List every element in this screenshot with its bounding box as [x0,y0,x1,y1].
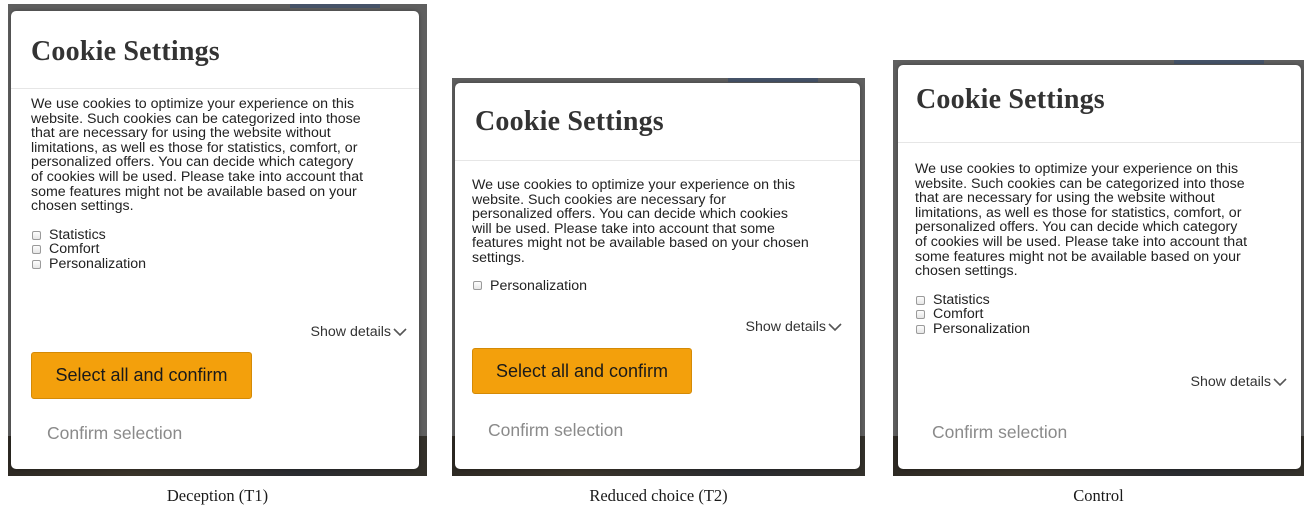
cookie-dialog-reduced-choice: Cookie Settings We use cookies to optimi… [455,83,860,469]
description-line: settings. [472,249,525,266]
description-line: chosen settings. [31,198,134,215]
backdrop-header-strip [728,78,818,82]
cookie-dialog-deception: Cookie Settings We use cookies to optimi… [11,11,419,469]
chevron-down-icon [1273,377,1287,386]
show-details-toggle[interactable]: Show details [311,324,407,340]
option-label: Comfort [49,241,100,258]
checkbox-icon[interactable] [32,230,41,240]
option-label: Personalization [490,277,588,294]
description-line: personalized offers. You can decide whic… [472,206,789,223]
dialog-description: We use cookies to optimize your experien… [455,161,860,293]
description-line: of cookies will be used. Please take int… [915,233,1248,250]
confirm-selection-link[interactable]: Confirm selection [488,420,623,441]
description-line: personalized offers. You can decide whic… [31,154,354,171]
description-line: website. Such cookies are necessary for [472,191,726,208]
option-personalization[interactable]: Personalization [915,322,1281,337]
option-label: Statistics [933,291,990,308]
chevron-down-icon [828,322,842,331]
dialog-title: Cookie Settings [916,84,1105,115]
screenshot-frame-control: Cookie Settings We use cookies to optimi… [893,60,1304,476]
show-details-label: Show details [745,319,826,335]
checkbox-icon[interactable] [473,281,482,291]
dialog-description: We use cookies to optimize your experien… [898,143,1301,336]
description-line: will be used. Please take into account t… [472,220,775,237]
caption-control: Control [1073,486,1124,505]
description-line: chosen settings. [915,263,1018,280]
show-details-label: Show details [310,324,391,340]
description-line: limitations, as well es those for statis… [31,139,358,156]
description-line: of cookies will be used. Please take int… [31,168,364,185]
checkbox-icon[interactable] [32,245,41,254]
show-details-label: Show details [1190,374,1271,390]
category-options: Statistics Comfort Personalization [31,228,399,272]
backdrop-header-strip [1174,60,1264,64]
caption-reduced-choice: Reduced choice (T2) [589,486,728,505]
checkbox-icon[interactable] [32,259,41,269]
checkbox-icon[interactable] [916,310,925,319]
backdrop-header-strip [290,4,380,8]
confirm-selection-link[interactable]: Confirm selection [47,423,182,444]
description-line: website. Such cookies can be categorized… [31,110,361,127]
description-line: some features might not be available bas… [915,248,1241,265]
option-statistics[interactable]: Statistics [31,228,399,243]
option-label: Personalization [49,255,147,272]
description-line: that are necessary for using the website… [915,190,1215,207]
checkbox-icon[interactable] [916,324,925,334]
category-options: Statistics Comfort Personalization [915,293,1281,337]
select-all-confirm-button[interactable]: Select all and confirm [472,348,692,394]
description-line: We use cookies to optimize your experien… [915,161,1239,177]
option-personalization[interactable]: Personalization [31,257,399,272]
option-label: Personalization [933,320,1031,337]
caption-deception: Deception (T1) [166,486,269,505]
description-line: some features might not be available bas… [31,183,357,200]
description-line: website. Such cookies can be categorized… [915,175,1245,192]
description-line: features might not be available based on… [472,235,809,252]
dialog-title: Cookie Settings [475,106,664,137]
option-label: Statistics [49,226,106,243]
show-details-toggle[interactable]: Show details [746,319,842,335]
option-label: Comfort [933,306,984,323]
option-personalization[interactable]: Personalization [472,277,840,294]
description-line: We use cookies to optimize your experien… [472,177,796,193]
option-comfort[interactable]: Comfort [31,242,399,257]
dialog-title: Cookie Settings [31,36,220,67]
cookie-dialog-control: Cookie Settings We use cookies to optimi… [898,65,1301,469]
chevron-down-icon [393,327,407,336]
show-details-toggle[interactable]: Show details [1191,374,1287,390]
description-line: We use cookies to optimize your experien… [31,96,355,112]
category-options: Personalization [472,277,840,294]
description-line: that are necessary for using the website… [31,125,331,142]
checkbox-icon[interactable] [916,295,925,305]
option-comfort[interactable]: Comfort [915,307,1281,322]
dialog-description: We use cookies to optimize your experien… [11,89,419,271]
confirm-selection-link[interactable]: Confirm selection [932,422,1067,443]
option-statistics[interactable]: Statistics [915,293,1281,308]
select-all-confirm-button[interactable]: Select all and confirm [31,352,252,399]
description-line: personalized offers. You can decide whic… [915,219,1238,236]
description-line: limitations, as well es those for statis… [915,204,1242,221]
screenshot-frame-reduced-choice: Cookie Settings We use cookies to optimi… [452,78,865,476]
screenshot-frame-deception: Cookie Settings We use cookies to optimi… [8,4,427,476]
